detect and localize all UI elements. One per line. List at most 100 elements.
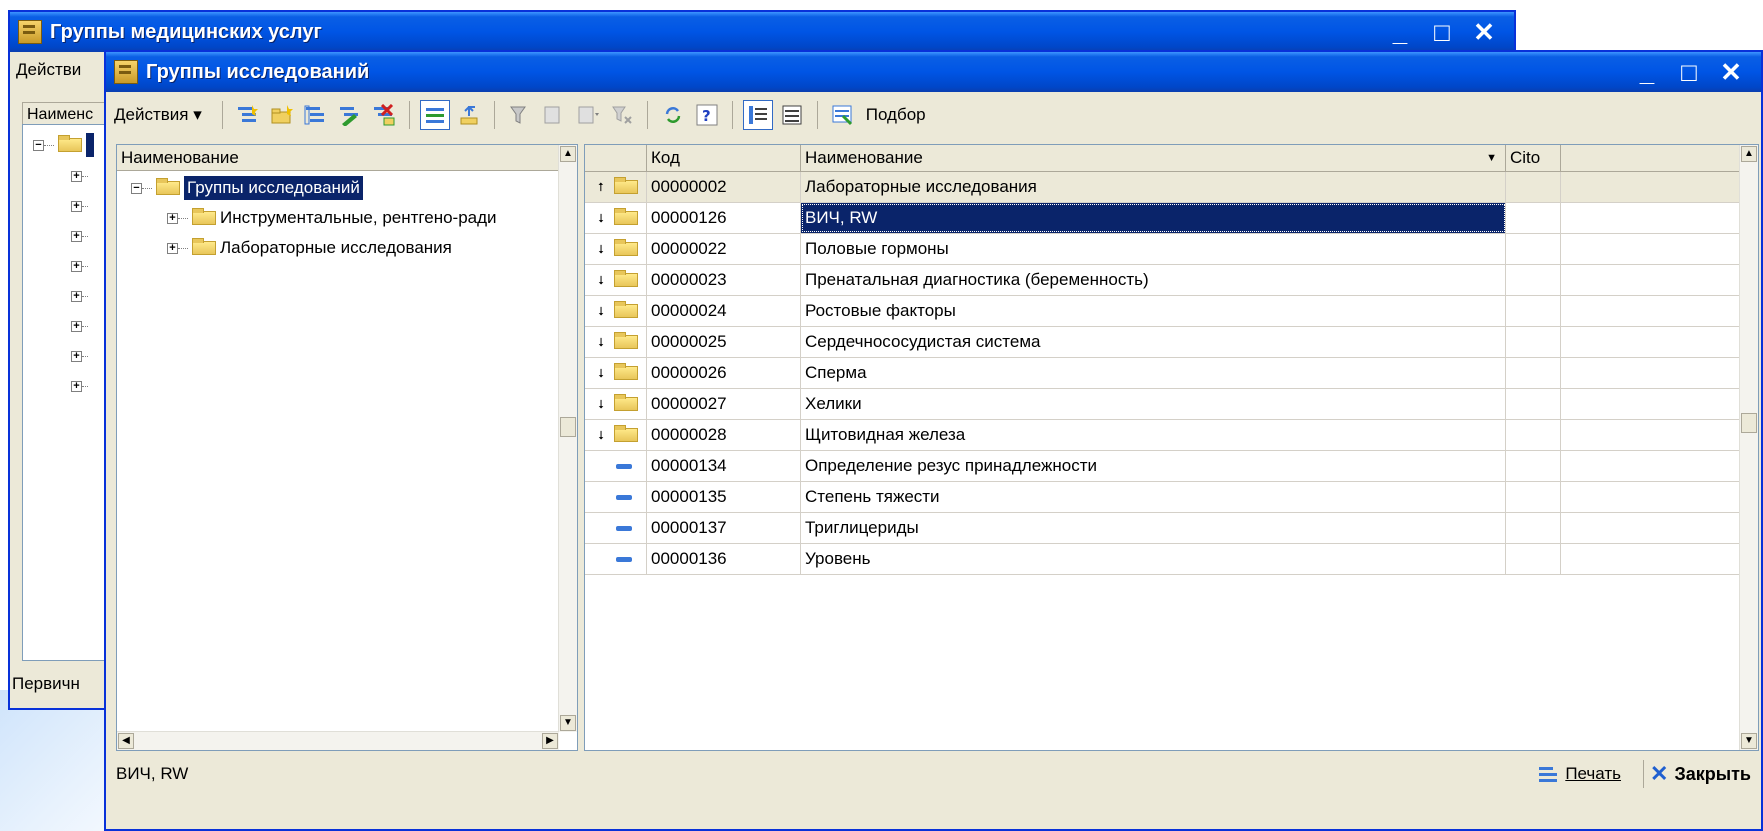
tree-vertical-scrollbar[interactable]: ▲ ▼: [558, 145, 577, 732]
select-button-label[interactable]: Подбор: [866, 105, 926, 125]
front-window-titlebar[interactable]: Группы исследований _ □ ✕: [106, 52, 1761, 92]
column-header-name[interactable]: Наименование ▼: [801, 145, 1506, 171]
back-tree-node[interactable]: +: [71, 221, 88, 251]
table-row[interactable]: ⭣ 00000027 Хелики: [585, 389, 1758, 420]
maximize-button[interactable]: □: [1677, 59, 1701, 85]
close-window-button[interactable]: ✕: [1719, 59, 1743, 85]
scroll-down-icon[interactable]: ▼: [1741, 733, 1757, 749]
table-row[interactable]: ⭡ 00000002 Лабораторные исследования: [585, 172, 1758, 203]
tree-root-label[interactable]: Группы исследований: [184, 176, 363, 200]
back-tree-node[interactable]: +: [71, 311, 88, 341]
copy-item-icon[interactable]: [301, 100, 331, 130]
refresh-icon[interactable]: [658, 100, 688, 130]
back-tree-node[interactable]: +: [71, 341, 88, 371]
back-tree-node[interactable]: +: [71, 251, 88, 281]
table-row[interactable]: ⭣ 00000028 Щитовидная железа: [585, 420, 1758, 451]
hierarchy-view-icon[interactable]: [419, 100, 450, 130]
close-label: Закрыть: [1674, 763, 1751, 784]
expand-icon[interactable]: +: [71, 380, 82, 392]
actions-menu-button[interactable]: Действия ▾: [114, 105, 202, 125]
level-up-icon[interactable]: [454, 100, 484, 130]
scroll-up-icon[interactable]: ▲: [1741, 146, 1757, 162]
scroll-thumb[interactable]: [1741, 413, 1757, 433]
back-tree-children: + + + + + + + +: [71, 161, 88, 401]
tree-node-instrumental[interactable]: + Инструментальные, рентгено-ради: [117, 203, 577, 233]
expand-icon[interactable]: +: [71, 350, 82, 362]
delete-item-icon[interactable]: [369, 100, 399, 130]
item-icon: [616, 463, 632, 469]
table-vertical-scrollbar[interactable]: ▲ ▼: [1739, 145, 1758, 750]
scroll-right-icon[interactable]: ▶: [542, 733, 558, 749]
scroll-left-icon[interactable]: ◀: [118, 733, 134, 749]
back-tree-root[interactable]: −: [33, 133, 94, 157]
filter-history-icon[interactable]: [573, 100, 603, 130]
item-icon: [616, 556, 632, 562]
back-maximize-button[interactable]: □: [1430, 19, 1454, 45]
help-icon[interactable]: ?: [692, 100, 722, 130]
minimize-button[interactable]: _: [1635, 59, 1659, 85]
close-button[interactable]: ✕ Закрыть: [1650, 761, 1751, 787]
folder-icon: [614, 425, 638, 442]
filter-icon[interactable]: [505, 100, 535, 130]
select-icon[interactable]: [828, 100, 858, 130]
expand-icon[interactable]: +: [71, 200, 82, 212]
tree-root-node[interactable]: − Группы исследований: [117, 173, 577, 203]
table-row[interactable]: ⭣ 00000022 Половые гормоны: [585, 234, 1758, 265]
folder-icon: [614, 301, 638, 318]
column-header-code[interactable]: Код: [647, 145, 801, 171]
column-header-icon[interactable]: [585, 145, 647, 171]
close-icon: ✕: [1650, 761, 1669, 786]
scroll-up-icon[interactable]: ▲: [560, 146, 576, 162]
clear-filter-icon[interactable]: [607, 100, 637, 130]
table-row[interactable]: 00000135 Степень тяжести: [585, 482, 1758, 513]
table-row[interactable]: 00000136 Уровень: [585, 544, 1758, 575]
expand-arrow-icon: ⭣: [598, 303, 604, 318]
back-column-header[interactable]: Наименс: [22, 102, 112, 126]
list-view-icon[interactable]: [777, 100, 807, 130]
scroll-down-icon[interactable]: ▼: [560, 715, 576, 731]
filter-by-value-icon[interactable]: [539, 100, 569, 130]
selected-cell[interactable]: ВИЧ, RW: [801, 203, 1506, 233]
add-item-icon[interactable]: [233, 100, 263, 130]
scroll-thumb[interactable]: [560, 417, 576, 437]
expand-icon[interactable]: +: [71, 260, 82, 272]
column-header-cito[interactable]: Cito: [1506, 145, 1561, 171]
back-tree-node[interactable]: +: [71, 371, 88, 401]
expand-icon[interactable]: +: [71, 290, 82, 302]
back-tree-node[interactable]: +: [71, 161, 88, 191]
back-close-button[interactable]: ✕: [1472, 19, 1496, 45]
tree-horizontal-scrollbar[interactable]: ◀ ▶: [117, 731, 559, 750]
edit-item-icon[interactable]: [335, 100, 365, 130]
back-tree-node[interactable]: +: [71, 191, 88, 221]
back-window-titlebar[interactable]: Группы медицинских услуг _ □ ✕: [10, 12, 1514, 52]
collapse-icon[interactable]: −: [33, 139, 44, 151]
tree-node-laboratory[interactable]: + Лабораторные исследования: [117, 233, 577, 263]
table-row[interactable]: 00000137 Триглицериды: [585, 513, 1758, 544]
table-row[interactable]: ⭣ 00000024 Ростовые факторы: [585, 296, 1758, 327]
back-window-title: Группы медицинских услуг: [50, 20, 322, 43]
svg-text:?: ?: [702, 107, 711, 125]
expand-icon[interactable]: +: [71, 230, 82, 242]
table-row[interactable]: 00000134 Определение резус принадлежност…: [585, 451, 1758, 482]
table-row[interactable]: ⭣ 00000025 Сердечнососудистая система: [585, 327, 1758, 358]
tree-column-header[interactable]: Наименование: [117, 145, 559, 171]
back-tree-node[interactable]: +: [71, 281, 88, 311]
expand-icon[interactable]: +: [167, 212, 178, 224]
back-minimize-button[interactable]: _: [1388, 19, 1412, 45]
back-tree-panel: − + + + + + + + +: [22, 124, 114, 661]
sort-dropdown-icon[interactable]: ▼: [1486, 145, 1505, 171]
collapse-icon[interactable]: −: [131, 182, 142, 194]
folder-icon: [614, 394, 638, 411]
tree-node-label: Лабораторные исследования: [220, 238, 452, 257]
expand-icon[interactable]: +: [71, 320, 82, 332]
expand-icon[interactable]: +: [167, 242, 178, 254]
print-button[interactable]: Печать: [1537, 764, 1621, 784]
expand-arrow-icon: ⭣: [598, 427, 604, 442]
tree-panel-toggle-icon[interactable]: [742, 100, 773, 130]
expand-arrow-icon: ⭣: [598, 272, 604, 287]
table-row[interactable]: ⭣ 00000026 Сперма: [585, 358, 1758, 389]
table-row[interactable]: ⭣ 00000023 Пренатальная диагностика (бер…: [585, 265, 1758, 296]
table-row[interactable]: ⭣ 00000126 ВИЧ, RW: [585, 203, 1758, 234]
add-group-icon[interactable]: [267, 100, 297, 130]
expand-icon[interactable]: +: [71, 170, 82, 182]
